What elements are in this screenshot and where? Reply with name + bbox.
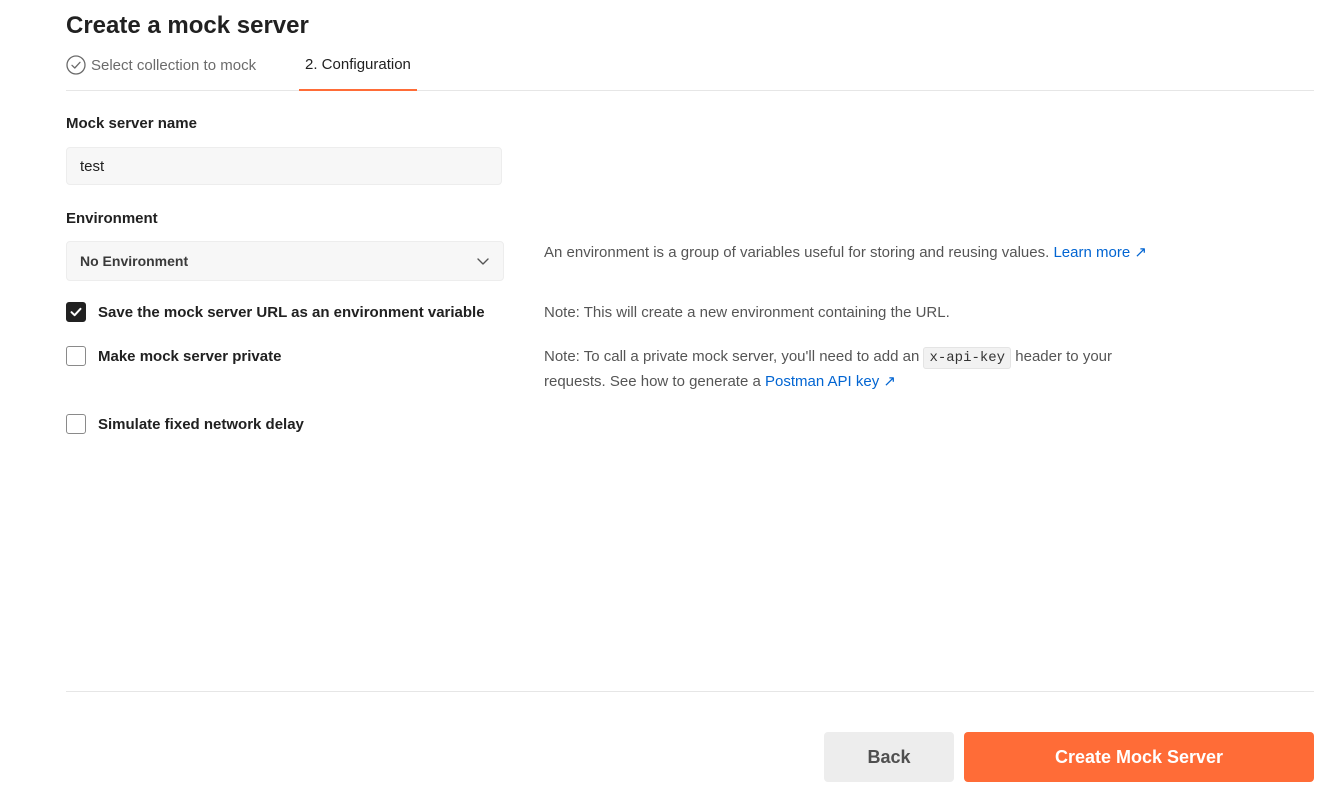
environment-help-text: An environment is a group of variables u…	[544, 244, 1050, 261]
back-button[interactable]: Back	[824, 732, 954, 782]
mock-name-input[interactable]: test	[66, 147, 502, 185]
save-url-checkbox[interactable]	[66, 302, 86, 322]
private-label: Make mock server private	[98, 347, 282, 365]
step-configuration[interactable]: 2. Configuration	[299, 52, 417, 91]
environment-select[interactable]: No Environment	[66, 241, 504, 281]
private-note-prefix: Note: To call a private mock server, you…	[544, 348, 920, 365]
step-select-collection[interactable]: Select collection to mock	[66, 55, 256, 75]
delay-checkbox[interactable]	[66, 414, 86, 434]
postman-api-key-link[interactable]: Postman API key ↗	[765, 373, 896, 390]
private-note: Note: To call a private mock server, you…	[544, 345, 1112, 394]
create-mock-server-button[interactable]: Create Mock Server	[964, 732, 1314, 782]
save-url-checkbox-row[interactable]: Save the mock server URL as an environme…	[66, 302, 485, 322]
environment-label: Environment	[66, 210, 158, 227]
step-tabs: Select collection to mock 2. Configurati…	[66, 52, 1314, 91]
private-note-middle: header to your	[1015, 348, 1112, 365]
learn-more-link[interactable]: Learn more ↗	[1053, 244, 1146, 261]
api-key-code: x-api-key	[923, 347, 1012, 369]
step-label: Select collection to mock	[91, 56, 257, 74]
footer-divider	[66, 691, 1314, 692]
checkmark-icon	[70, 307, 82, 317]
private-note-line2: requests. See how to generate a	[544, 373, 761, 390]
environment-help: An environment is a group of variables u…	[544, 241, 1147, 265]
private-checkbox-row[interactable]: Make mock server private	[66, 346, 281, 366]
mock-name-label: Mock server name	[66, 115, 197, 132]
chevron-down-icon	[477, 258, 489, 265]
page-title: Create a mock server	[66, 12, 309, 39]
private-checkbox[interactable]	[66, 346, 86, 366]
delay-checkbox-row[interactable]: Simulate fixed network delay	[66, 414, 304, 434]
delay-label: Simulate fixed network delay	[98, 415, 304, 433]
environment-selected-value: No Environment	[80, 253, 189, 269]
save-url-note: Note: This will create a new environment…	[544, 304, 950, 321]
check-circle-icon	[66, 55, 86, 75]
save-url-label: Save the mock server URL as an environme…	[98, 303, 485, 321]
